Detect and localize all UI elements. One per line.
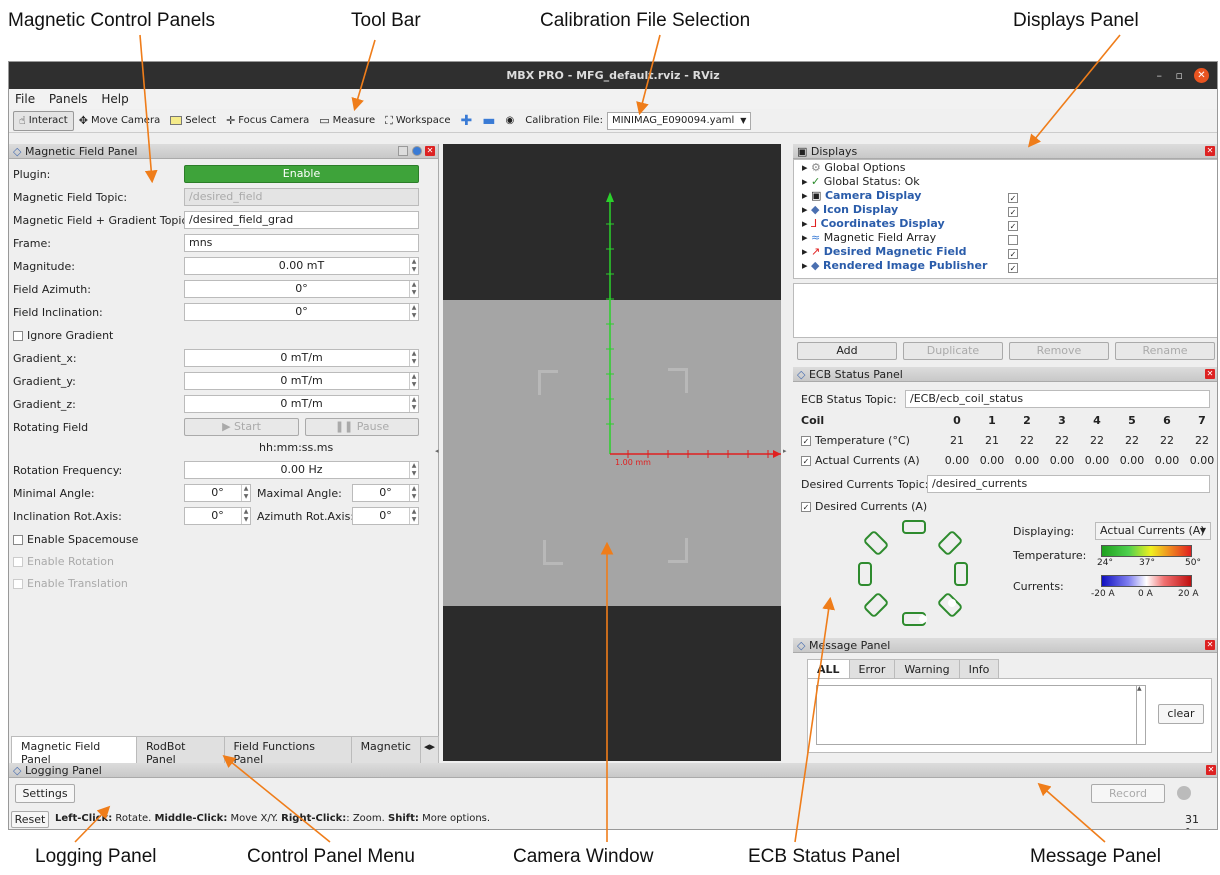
annotation-arrows [74, 34, 1121, 843]
